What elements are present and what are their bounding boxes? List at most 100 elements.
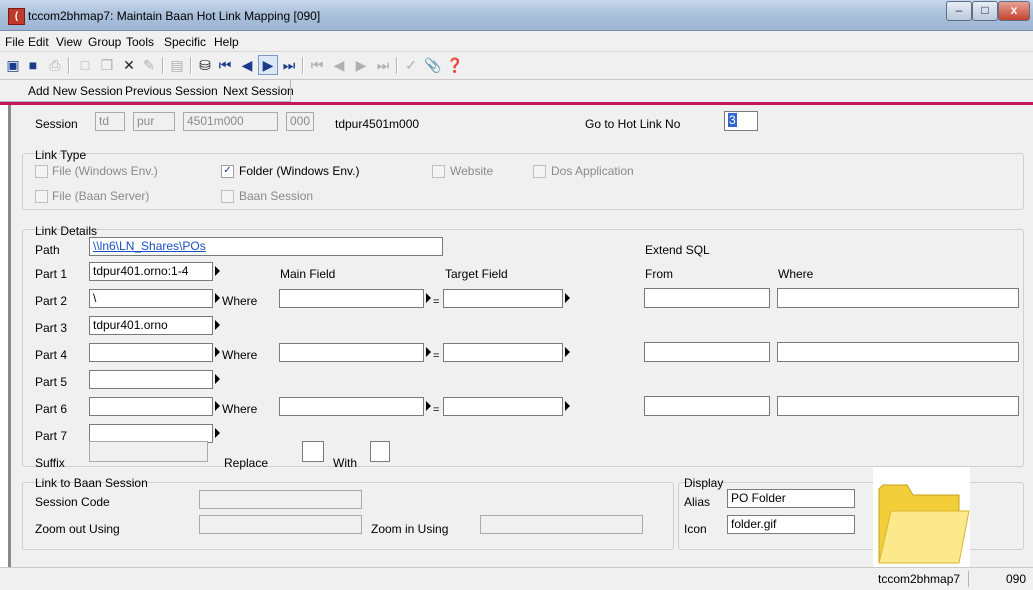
menu-specific[interactable]: Specific (164, 35, 206, 49)
part-4-target-field-arrow[interactable] (565, 347, 570, 357)
part-2-main-field-input[interactable] (279, 289, 424, 308)
replace-input[interactable] (302, 441, 324, 462)
part-6-main-field-arrow[interactable] (426, 401, 431, 411)
dos-application-checkbox[interactable] (533, 165, 546, 178)
session-bar-border (0, 80, 291, 102)
main-field-header: Main Field (280, 267, 336, 281)
part-6-where-input[interactable] (777, 396, 1019, 416)
attachment-icon[interactable]: 📎 (424, 56, 442, 74)
part-2-from-input[interactable] (644, 288, 770, 308)
target-field-header: Target Field (445, 267, 508, 281)
first-set-icon[interactable]: ⏮ (308, 56, 326, 74)
next-set-icon[interactable]: ▶ (352, 56, 370, 74)
menu-tools[interactable]: Tools (126, 35, 154, 49)
file-baan-server-checkbox[interactable] (35, 190, 48, 203)
new-icon[interactable]: □ (76, 56, 94, 74)
icon-label: Icon (684, 522, 707, 536)
icon-input[interactable]: folder.gif (727, 515, 855, 534)
part-4-from-input[interactable] (644, 342, 770, 362)
folder-windows-label: Folder (Windows Env.) (239, 164, 360, 178)
part-5-zoom-arrow[interactable] (215, 374, 220, 384)
last-record-icon[interactable]: ⏭ (280, 56, 298, 74)
previous-set-icon[interactable]: ◀ (330, 56, 348, 74)
save-and-close-icon[interactable]: ▣ (4, 56, 22, 74)
last-set-icon[interactable]: ⏭ (374, 56, 392, 74)
part-2-target-field-arrow[interactable] (565, 293, 570, 303)
part-6-main-field-input[interactable] (279, 397, 424, 416)
part-6-input[interactable] (89, 397, 213, 416)
part-6-equals: = (433, 404, 440, 416)
baan-session-code-input[interactable] (199, 490, 362, 509)
suffix-input[interactable] (89, 441, 208, 462)
part-6-label: Part 6 (35, 402, 68, 416)
with-input[interactable] (370, 441, 390, 462)
special-icon[interactable]: ✓ (402, 56, 420, 74)
menu-edit[interactable]: Edit (28, 35, 49, 49)
session-name: tdpur4501m000 (335, 117, 420, 131)
part-2-zoom-arrow[interactable] (215, 293, 220, 303)
part-6-zoom-arrow[interactable] (215, 401, 220, 411)
link-details-title: Link Details (35, 224, 98, 238)
alias-input[interactable]: PO Folder (727, 489, 855, 508)
path-input[interactable]: \\ln6\LN_Shares\POs (89, 237, 443, 256)
part-6-target-field-arrow[interactable] (565, 401, 570, 411)
part-4-main-field-input[interactable] (279, 343, 424, 362)
duplicate-icon[interactable]: ❐ (98, 56, 116, 74)
part-4-target-field-input[interactable] (443, 343, 563, 362)
part-2-input[interactable]: \ (89, 289, 213, 308)
whats-this-icon[interactable]: ❓ (446, 56, 464, 74)
where-header: Where (778, 267, 814, 281)
website-checkbox[interactable] (432, 165, 445, 178)
part-7-zoom-arrow[interactable] (215, 428, 220, 438)
part-4-zoom-arrow[interactable] (215, 347, 220, 357)
part-1-input[interactable]: tdpur401.orno:1-4 (89, 262, 213, 281)
delete-icon[interactable]: ✕ (120, 56, 138, 74)
save-icon[interactable]: ■ (24, 56, 42, 74)
baan-session-label: Baan Session (239, 189, 314, 203)
suffix-label: Suffix (35, 456, 65, 470)
print-icon[interactable]: ⎙ (46, 56, 64, 74)
find-icon[interactable]: ⛁ (196, 56, 214, 74)
part-5-label: Part 5 (35, 375, 68, 389)
toolbar-separator (162, 57, 164, 74)
menu-help[interactable]: Help (214, 35, 239, 49)
first-record-icon[interactable]: ⏮ (216, 56, 234, 74)
text-icon[interactable]: ▤ (168, 56, 186, 74)
toolbar-separator (68, 57, 70, 74)
zoom-in-input[interactable] (480, 515, 643, 534)
part-1-zoom-arrow[interactable] (215, 266, 220, 276)
part-2-where-input[interactable] (777, 288, 1019, 308)
part-3-input[interactable]: tdpur401.orno (89, 316, 213, 335)
part-6-target-field-input[interactable] (443, 397, 563, 416)
part-4-where-label: Where (222, 348, 258, 362)
zoom-out-input[interactable] (199, 515, 362, 534)
menu-view[interactable]: View (56, 35, 82, 49)
menu-group[interactable]: Group (88, 35, 121, 49)
next-record-icon[interactable]: ▶ (258, 55, 278, 75)
part-2-main-field-arrow[interactable] (426, 293, 431, 303)
go-to-hotlink-input[interactable]: 3 (724, 111, 758, 131)
baan-app-icon[interactable]: ( (8, 8, 25, 25)
maximize-button[interactable]: □ (972, 1, 998, 21)
part-2-target-field-input[interactable] (443, 289, 563, 308)
title-bar: ( tccom2bhmap7: Maintain Baan Hot Link M… (0, 0, 1033, 31)
from-header: From (645, 267, 673, 281)
link-type-group (22, 153, 1024, 210)
change-icon[interactable]: ✎ (140, 56, 158, 74)
previous-record-icon[interactable]: ◀ (238, 56, 256, 74)
close-button[interactable]: x (998, 1, 1030, 21)
part-4-where-input[interactable] (777, 342, 1019, 362)
part-5-input[interactable] (89, 370, 213, 389)
path-label: Path (35, 243, 60, 257)
part-4-input[interactable] (89, 343, 213, 362)
part-3-zoom-arrow[interactable] (215, 320, 220, 330)
file-windows-checkbox[interactable] (35, 165, 48, 178)
baan-session-checkbox[interactable] (221, 190, 234, 203)
part-6-from-input[interactable] (644, 396, 770, 416)
menu-file[interactable]: File (5, 35, 24, 49)
menu-bar: File Edit View Group Tools Specific Help (0, 31, 1033, 52)
part-4-main-field-arrow[interactable] (426, 347, 431, 357)
minimize-button[interactable]: – (946, 1, 972, 21)
alias-label: Alias (684, 495, 711, 509)
folder-windows-checkbox[interactable]: ✓ (221, 165, 234, 178)
